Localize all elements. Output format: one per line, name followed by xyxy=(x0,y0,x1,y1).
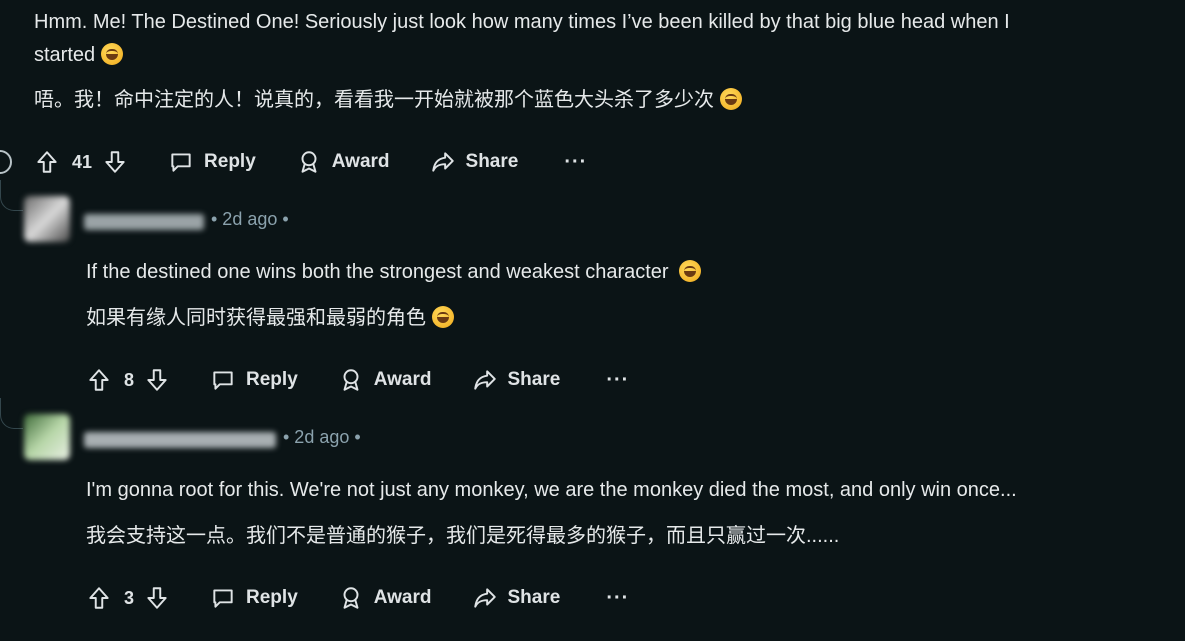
avatar[interactable] xyxy=(24,196,70,242)
avatar[interactable] xyxy=(24,414,70,460)
comment-text-line: started xyxy=(34,39,124,72)
username[interactable] xyxy=(84,432,276,448)
reply-action-bar: 8 Reply Award Share ··· xyxy=(86,362,629,398)
award-label: Award xyxy=(331,151,390,172)
comment-timestamp: • 2d ago • xyxy=(283,427,361,447)
award-icon xyxy=(301,151,317,173)
share-icon xyxy=(473,370,496,390)
vote-count: 8 xyxy=(124,369,135,390)
reply-label: Reply xyxy=(246,587,298,608)
more-options-button[interactable]: ··· xyxy=(606,369,629,392)
laughing-emoji-icon xyxy=(678,260,701,282)
comment-translation: 唔。我！命中注定的人！说真的，看看我一开始就被那个蓝色大头杀了多少次 xyxy=(34,89,714,111)
vote-group: 3 xyxy=(86,585,170,611)
more-options-button[interactable]: ··· xyxy=(564,151,587,174)
reply-icon xyxy=(213,589,233,608)
downvote-icon[interactable] xyxy=(144,367,170,393)
collapse-thread-icon[interactable] xyxy=(0,150,12,174)
reply-button[interactable]: Reply xyxy=(210,367,298,393)
reply-icon xyxy=(171,153,191,172)
reply-button[interactable]: Reply xyxy=(210,585,298,611)
share-icon xyxy=(431,152,454,172)
comment-thread: Hmm. Me! The Destined One! Seriously jus… xyxy=(0,0,1185,641)
upvote-icon[interactable] xyxy=(86,367,112,393)
share-button[interactable]: Share xyxy=(472,367,561,393)
reply-action-bar: 3 Reply Award Share ··· xyxy=(86,580,629,616)
comment-timestamp: • 2d ago • xyxy=(211,209,289,229)
award-button[interactable]: Award xyxy=(296,149,390,175)
laughing-emoji-icon xyxy=(720,88,742,110)
upvote-icon[interactable] xyxy=(86,585,112,611)
laughing-emoji-icon xyxy=(101,43,124,65)
vote-group: 8 xyxy=(86,367,170,393)
downvote-icon[interactable] xyxy=(102,149,128,175)
award-icon xyxy=(343,587,359,609)
award-label: Award xyxy=(373,369,432,390)
vote-group: 41 xyxy=(34,149,128,175)
award-button[interactable]: Award xyxy=(338,367,432,393)
reply-translation-line: 如果有缘人同时获得最强和最弱的角色 xyxy=(86,302,454,335)
comment-action-bar: 41 Reply Award Share ··· xyxy=(34,144,587,180)
comment-translation-line: 唔。我！命中注定的人！说真的，看看我一开始就被那个蓝色大头杀了多少次 xyxy=(34,84,742,117)
reply-text-line: I'm gonna root for this. We're not just … xyxy=(86,474,1017,507)
comment-text-line: Hmm. Me! The Destined One! Seriously jus… xyxy=(34,6,1010,39)
award-button[interactable]: Award xyxy=(338,585,432,611)
share-button[interactable]: Share xyxy=(430,149,519,175)
thread-connector xyxy=(0,398,23,429)
share-label: Share xyxy=(465,151,519,172)
laughing-emoji-icon xyxy=(432,306,454,328)
share-label: Share xyxy=(507,369,561,390)
reply-translation: 如果有缘人同时获得最强和最弱的角色 xyxy=(86,307,426,329)
comment-text: started xyxy=(34,44,96,66)
comment-text: Hmm. Me! The Destined One! Seriously jus… xyxy=(34,11,1010,33)
reply-text: I'm gonna root for this. We're not just … xyxy=(86,479,1017,501)
award-label: Award xyxy=(373,587,432,608)
share-button[interactable]: Share xyxy=(472,585,561,611)
reply-translation-line: 我会支持这一点。我们不是普通的猴子，我们是死得最多的猴子，而且只赢过一次....… xyxy=(86,520,839,553)
share-label: Share xyxy=(507,587,561,608)
vote-count: 3 xyxy=(124,587,135,608)
downvote-icon[interactable] xyxy=(144,585,170,611)
thread-connector xyxy=(0,180,23,211)
reply-translation: 我会支持这一点。我们不是普通的猴子，我们是死得最多的猴子，而且只赢过一次....… xyxy=(86,525,840,547)
reply-text: If the destined one wins both the strong… xyxy=(86,261,669,283)
vote-count: 41 xyxy=(72,151,93,172)
share-icon xyxy=(473,588,496,608)
reply-button[interactable]: Reply xyxy=(168,149,256,175)
reply-label: Reply xyxy=(204,151,256,172)
more-options-button[interactable]: ··· xyxy=(606,587,629,610)
username[interactable] xyxy=(84,214,204,230)
reply-label: Reply xyxy=(246,369,298,390)
award-icon xyxy=(343,369,359,391)
reply-icon xyxy=(213,371,233,390)
upvote-icon[interactable] xyxy=(34,149,60,175)
reply-text-line: If the destined one wins both the strong… xyxy=(86,256,701,289)
